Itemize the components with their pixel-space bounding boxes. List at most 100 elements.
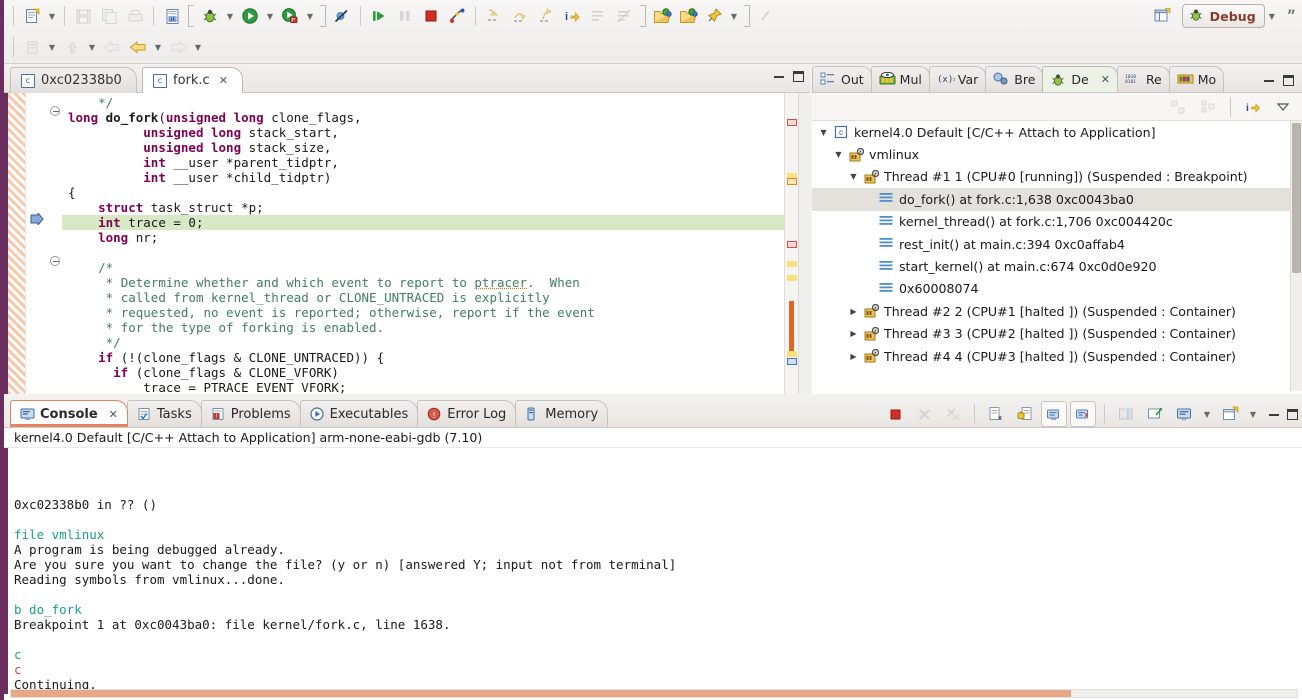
debug-tree-node[interactable]: ▶kernel_thread() at fork.c:1,706 0xc0044…: [812, 211, 1302, 233]
twisty-expanded-icon[interactable]: ▼: [818, 128, 829, 137]
display-console-dropdown-arrow[interactable]: ▼: [1200, 401, 1214, 427]
open-c-project-button[interactable]: [649, 3, 675, 29]
print-button[interactable]: [122, 3, 148, 29]
open-type-button[interactable]: [675, 3, 701, 29]
debug-tree-node[interactable]: ▶do_fork() at fork.c:1,638 0xc0043ba0: [812, 188, 1302, 210]
overview-occurrence-bar[interactable]: [789, 301, 794, 353]
toolbar-overflow-icon[interactable]: ”: [1287, 8, 1296, 24]
scroll-lock-button[interactable]: [1012, 401, 1038, 427]
instruction-stepping-toggle[interactable]: i: [1240, 94, 1266, 120]
console-tab-error-log[interactable]: !Error Log: [417, 400, 516, 427]
resume-button[interactable]: [366, 3, 392, 29]
scrollbar-thumb[interactable]: [1292, 123, 1301, 273]
debug-tree-node[interactable]: ▶start_kernel() at main.c:674 0xc0d0e920: [812, 255, 1302, 277]
clear-console-button[interactable]: x: [983, 401, 1009, 427]
previous-annotation-button[interactable]: [125, 34, 151, 60]
run-dropdown-arrow[interactable]: ▼: [263, 3, 277, 29]
show-console-standard-out-button[interactable]: [1041, 401, 1067, 427]
expand-all-button[interactable]: [1195, 94, 1221, 120]
maximize-icon[interactable]: [793, 71, 804, 82]
step-over-button[interactable]: [507, 3, 533, 29]
mark-occurrences-button[interactable]: [19, 34, 45, 60]
debug-view-tab-out[interactable]: Out: [812, 66, 872, 92]
console-horizontal-scrollbar[interactable]: [10, 689, 1298, 698]
debug-tree-node[interactable]: ▶0x60008074: [812, 278, 1302, 300]
debug-view-tab-mul[interactable]: Mul: [871, 66, 930, 92]
remove-all-terminated-button[interactable]: [940, 401, 966, 427]
debug-tree-node[interactable]: ▶Thread #3 3 (CPU#2 [halted ]) (Suspende…: [812, 323, 1302, 345]
overview-marker-warning[interactable]: [787, 261, 797, 267]
step-return-button[interactable]: [533, 3, 559, 29]
open-declaration-button[interactable]: [59, 34, 85, 60]
scrollbar-thumb[interactable]: [11, 690, 1071, 697]
new-console-view-button[interactable]: [1142, 401, 1168, 427]
disconnect-button[interactable]: [444, 3, 470, 29]
debug-tree-node[interactable]: ▶rest_init() at main.c:394 0xc0affab4: [812, 233, 1302, 255]
run-button[interactable]: [237, 3, 263, 29]
back-history-button[interactable]: [99, 34, 125, 60]
remove-launch-button[interactable]: [911, 401, 937, 427]
editor-folding-ruler[interactable]: [48, 93, 62, 394]
debug-dropdown-arrow[interactable]: ▼: [223, 3, 237, 29]
new-file-button[interactable]: [19, 3, 45, 29]
overview-marker-warning[interactable]: [787, 351, 797, 357]
new-file-dropdown-arrow[interactable]: ▼: [45, 3, 59, 29]
debug-tree-node[interactable]: ▼Thread #1 1 (CPU#0 [running]) (Suspende…: [812, 166, 1302, 188]
skip-breakpoints-button[interactable]: [329, 3, 355, 29]
twisty-collapsed-icon[interactable]: ▶: [848, 352, 859, 361]
debug-tree-scrollbar[interactable]: [1290, 121, 1302, 391]
build-button[interactable]: 010: [159, 3, 185, 29]
debug-tree-node[interactable]: ▶Thread #4 4 (CPU#3 [halted ]) (Suspende…: [812, 345, 1302, 367]
source-code[interactable]: */long do_fork(unsigned long clone_flags…: [62, 93, 784, 394]
debug-view-tab-de[interactable]: De✕: [1042, 66, 1118, 92]
overview-marker-task[interactable]: [787, 178, 797, 185]
overview-marker-warning[interactable]: [787, 275, 797, 281]
twisty-collapsed-icon[interactable]: ▶: [848, 307, 859, 316]
editor-tab-0xc02338b0[interactable]: c 0xc02338b0: [10, 67, 137, 93]
perspective-dropdown-arrow[interactable]: ▼: [1265, 3, 1279, 29]
open-perspective-button[interactable]: [1150, 3, 1176, 29]
twisty-expanded-icon[interactable]: ▼: [833, 150, 844, 159]
console-output[interactable]: 0xc02338b0 in ?? () file vmlinuxA progra…: [4, 448, 1302, 694]
editor-overview-ruler[interactable]: [784, 93, 798, 394]
suspend-button[interactable]: [392, 3, 418, 29]
instruction-stepping-button[interactable]: i: [559, 3, 585, 29]
twisty-collapsed-icon[interactable]: ▶: [848, 329, 859, 338]
debug-tree-node[interactable]: ▼vmlinux: [812, 143, 1302, 165]
maximize-icon[interactable]: [1287, 409, 1298, 420]
pin-button[interactable]: [701, 3, 727, 29]
open-console-button[interactable]: [1217, 401, 1243, 427]
minimize-icon[interactable]: [774, 75, 784, 78]
terminate-button[interactable]: [418, 3, 444, 29]
terminate-button[interactable]: [882, 401, 908, 427]
editor-tab-forkc[interactable]: c fork.c ✕: [142, 67, 243, 93]
debug-launch-tree[interactable]: ▼ckernel4.0 Default [C/C++ Attach to App…: [812, 121, 1302, 391]
save-all-button[interactable]: [96, 3, 122, 29]
overview-marker-breakpoint[interactable]: [787, 358, 797, 365]
debug-view-tab-mo[interactable]: Mo: [1169, 66, 1224, 92]
external-tools-button[interactable]: [753, 3, 779, 29]
debug-tree-node[interactable]: ▶Thread #2 2 (CPU#1 [halted ]) (Suspende…: [812, 300, 1302, 322]
profile-dropdown-arrow[interactable]: ▼: [303, 3, 317, 29]
minimize-icon[interactable]: [1264, 79, 1274, 82]
overview-marker-error[interactable]: [787, 119, 797, 126]
mark-occurrences-dropdown-arrow[interactable]: ▼: [45, 34, 59, 60]
overview-marker-error[interactable]: [787, 241, 797, 248]
step-filters-button[interactable]: [611, 3, 637, 29]
next-annotation-dropdown-arrow[interactable]: ▼: [191, 34, 205, 60]
close-icon[interactable]: ✕: [109, 408, 118, 421]
console-tab-memory[interactable]: Memory: [515, 400, 608, 427]
close-icon[interactable]: ✕: [219, 74, 228, 87]
open-console-dropdown-arrow[interactable]: ▼: [1246, 401, 1260, 427]
debug-button[interactable]: [197, 3, 223, 29]
twisty-expanded-icon[interactable]: ▼: [848, 172, 859, 181]
maximize-icon[interactable]: [1283, 75, 1294, 86]
pin-dropdown-arrow[interactable]: ▼: [727, 3, 741, 29]
drop-to-frame-button[interactable]: [585, 3, 611, 29]
editor-vertical-scrollbar[interactable]: [798, 93, 810, 394]
open-declaration-dropdown-arrow[interactable]: ▼: [85, 34, 99, 60]
show-console-standard-err-button[interactable]: x: [1070, 401, 1096, 427]
fold-collapse-icon[interactable]: [50, 256, 60, 266]
debug-view-tab-var[interactable]: (x)=Var: [929, 66, 986, 92]
display-selected-console-button[interactable]: [1171, 401, 1197, 427]
